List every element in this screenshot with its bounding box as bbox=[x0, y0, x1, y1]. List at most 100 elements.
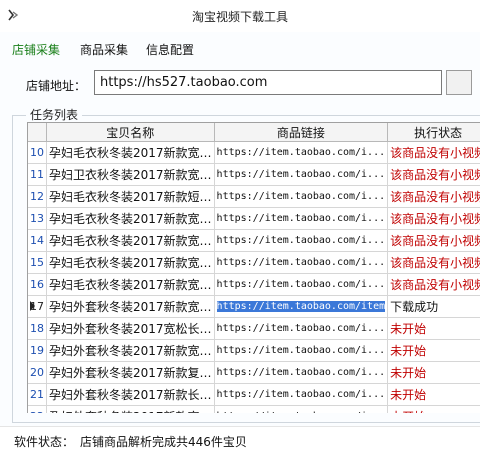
row-product-name-text: 孕妇卫衣秋冬装2017新款宽… bbox=[49, 168, 212, 182]
table-row[interactable]: 12 孕妇毛衣秋冬装2017新款短… https://item.taobao.com… bbox=[28, 185, 480, 208]
row-status: 未开始 bbox=[387, 339, 480, 362]
row-product-name-text: 孕妇毛衣秋冬装2017新款宽… bbox=[49, 278, 212, 292]
row-product-link: https://item.taobao.com/item bbox=[214, 295, 389, 318]
row-product-name-text: 孕妇外套秋冬装2017新款长… bbox=[49, 388, 212, 402]
row-product-name: 孕妇毛衣秋冬装2017新款宽… bbox=[46, 273, 215, 296]
row-product-name-text: 孕妇毛衣秋冬装2017新款短… bbox=[49, 190, 212, 204]
row-index: 14 bbox=[28, 229, 47, 252]
row-status-text: 未开始 bbox=[390, 366, 427, 380]
row-status-text: 该商品没有小视频 bbox=[390, 146, 480, 160]
row-product-name: 孕妇外套秋冬装2017新款宽… bbox=[46, 339, 215, 362]
row-status-text: 未开始 bbox=[390, 322, 427, 336]
table-row[interactable]: 22 孕妇外套秋冬装2017新款宽… https://item.taobao.com… bbox=[28, 405, 480, 413]
menu-bar: 店铺采集 商品采集 信息配置 bbox=[0, 38, 480, 60]
title-bar: 淘宝视频下载工具 bbox=[0, 0, 480, 32]
row-status-text: 未开始 bbox=[390, 344, 427, 358]
row-status-text: 该商品没有小视频 bbox=[390, 212, 480, 226]
table-row[interactable]: 14 孕妇毛衣秋冬装2017新款宽… https://item.taobao.com… bbox=[28, 229, 480, 252]
row-status: 该商品没有小视频 bbox=[387, 207, 480, 230]
row-product-link-text: https://item.taobao.com/i... bbox=[216, 345, 386, 356]
row-status-text: 该商品没有小视频 bbox=[390, 256, 480, 270]
row-status-text: 该商品没有小视频 bbox=[390, 190, 480, 204]
column-header-status[interactable]: 执行状态 bbox=[387, 123, 480, 142]
row-product-name: 孕妇毛衣秋冬装2017新款宽… bbox=[46, 229, 215, 252]
row-index: 22 bbox=[28, 405, 47, 413]
row-product-link: https://item.taobao.com/i... bbox=[214, 361, 389, 384]
row-product-link-text: https://item.taobao.com/i... bbox=[216, 169, 386, 180]
shop-address-label: 店铺地址： bbox=[26, 79, 87, 93]
row-product-name-text: 孕妇毛衣秋冬装2017新款宽… bbox=[49, 146, 212, 160]
table-row[interactable]: 17 孕妇外套秋冬装2017新款宽… https://item.taobao.com… bbox=[28, 295, 480, 318]
column-header-name[interactable]: 宝贝名称 bbox=[46, 123, 215, 142]
row-product-link: https://item.taobao.com/i... bbox=[214, 185, 389, 208]
table-row[interactable]: 20 孕妇外套秋冬装2017新款复… https://item.taobao.com… bbox=[28, 361, 480, 384]
row-status: 该商品没有小视频 bbox=[387, 229, 480, 252]
row-product-link: https://item.taobao.com/i... bbox=[214, 317, 389, 340]
row-index-text: 21 bbox=[30, 388, 44, 401]
row-product-link-text: https://item.taobao.com/i... bbox=[216, 191, 386, 202]
row-status: 未开始 bbox=[387, 383, 480, 406]
table-row[interactable]: 21 孕妇外套秋冬装2017新款长… https://item.taobao.com… bbox=[28, 383, 480, 406]
row-product-name: 孕妇外套秋冬装2017新款宽… bbox=[46, 405, 215, 413]
table-row[interactable]: 18 孕妇外套秋冬装2017宽松长… https://item.taobao.com… bbox=[28, 317, 480, 340]
row-product-link: https://item.taobao.com/i... bbox=[214, 339, 389, 362]
current-row-indicator-icon bbox=[30, 301, 35, 311]
column-header-index[interactable] bbox=[28, 123, 47, 142]
menu-product-collect[interactable]: 商品采集 bbox=[80, 41, 128, 58]
row-status: 未开始 bbox=[387, 361, 480, 384]
row-index-text: 16 bbox=[30, 278, 44, 291]
row-index: 12 bbox=[28, 185, 47, 208]
row-status: 该商品没有小视频 bbox=[387, 141, 480, 164]
row-index-text: 15 bbox=[30, 256, 44, 269]
row-product-link: https://item.taobao.com/i... bbox=[214, 207, 389, 230]
row-index-text: 13 bbox=[30, 212, 44, 225]
window-title: 淘宝视频下载工具 bbox=[191, 10, 288, 24]
table-row[interactable]: 10 孕妇毛衣秋冬装2017新款宽… https://item.taobao.com… bbox=[28, 141, 480, 164]
row-status-text: 未开始 bbox=[390, 410, 426, 413]
task-list-label: 任务列表 bbox=[26, 106, 83, 123]
row-index-text: 10 bbox=[30, 146, 44, 159]
table-row[interactable]: 13 孕妇毛衣秋冬装2017新款宽… https://item.taobao.com… bbox=[28, 207, 480, 230]
row-index: 11 bbox=[28, 163, 47, 186]
row-status-text: 该商品没有小视频 bbox=[390, 168, 480, 182]
table-row[interactable]: 16 孕妇毛衣秋冬装2017新款宽… https://item.taobao.com… bbox=[28, 273, 480, 296]
task-table[interactable]: 宝贝名称 商品链接 执行状态 10 孕妇毛衣秋冬装2017新款宽… https://… bbox=[27, 122, 480, 413]
row-index: 19 bbox=[28, 339, 47, 362]
row-status-text: 下载成功 bbox=[390, 300, 439, 314]
shop-address-input[interactable] bbox=[94, 70, 442, 95]
row-product-name-text: 孕妇外套秋冬装2017新款复… bbox=[49, 366, 212, 380]
menu-info-config[interactable]: 信息配置 bbox=[146, 41, 194, 58]
table-row[interactable]: 15 孕妇毛衣秋冬装2017新款宽… https://item.taobao.com… bbox=[28, 251, 480, 274]
row-product-link-text: https://item.taobao.com/i... bbox=[216, 213, 386, 224]
row-index-text: 18 bbox=[30, 322, 44, 335]
row-index: 20 bbox=[28, 361, 47, 384]
row-product-link: https://item.taobao.com/i... bbox=[214, 405, 389, 413]
row-product-name: 孕妇外套秋冬装2017新款复… bbox=[46, 361, 215, 384]
row-product-name: 孕妇外套秋冬装2017宽松长… bbox=[46, 317, 215, 340]
status-bar: 软件状态： 店铺商品解析完成共446件宝贝 bbox=[0, 426, 480, 455]
row-status-text: 该商品没有小视频 bbox=[390, 234, 480, 248]
column-header-link[interactable]: 商品链接 bbox=[214, 123, 389, 142]
row-index-text: 11 bbox=[30, 168, 44, 181]
app-window: 淘宝视频下载工具 店铺采集 商品采集 信息配置 店铺地址： 任务列表 宝贝名称 … bbox=[0, 0, 480, 455]
row-product-link: https://item.taobao.com/i... bbox=[214, 163, 389, 186]
row-product-link-text: https://item.taobao.com/i... bbox=[216, 257, 386, 268]
row-product-link-text: https://item.taobao.com/i... bbox=[216, 389, 386, 400]
table-row[interactable]: 11 孕妇卫衣秋冬装2017新款宽… https://item.taobao.com… bbox=[28, 163, 480, 186]
row-index: 17 bbox=[28, 295, 47, 318]
row-product-name: 孕妇卫衣秋冬装2017新款宽… bbox=[46, 163, 215, 186]
row-product-name: 孕妇外套秋冬装2017新款宽… bbox=[46, 295, 215, 318]
row-product-link-text: https://item.taobao.com/i... bbox=[216, 367, 386, 378]
menu-shop-collect[interactable]: 店铺采集 bbox=[12, 41, 60, 58]
row-status: 未开始 bbox=[387, 317, 480, 340]
row-product-name-text: 孕妇外套秋冬装2017宽松长… bbox=[49, 322, 212, 336]
table-header-row: 宝贝名称 商品链接 执行状态 bbox=[28, 123, 480, 142]
row-product-name: 孕妇毛衣秋冬装2017新款宽… bbox=[46, 251, 215, 274]
row-status: 该商品没有小视频 bbox=[387, 185, 480, 208]
row-index: 10 bbox=[28, 141, 47, 164]
row-product-link: https://item.taobao.com/i... bbox=[214, 229, 389, 252]
row-product-name: 孕妇毛衣秋冬装2017新款短… bbox=[46, 185, 215, 208]
row-status: 该商品没有小视频 bbox=[387, 163, 480, 186]
address-action-button[interactable] bbox=[446, 70, 472, 95]
table-row[interactable]: 19 孕妇外套秋冬装2017新款宽… https://item.taobao.com… bbox=[28, 339, 480, 362]
